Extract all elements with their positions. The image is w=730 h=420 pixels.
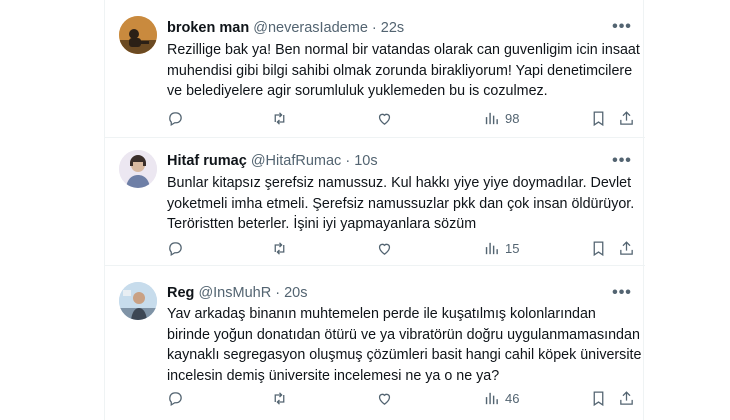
bookmark-button[interactable]: [590, 388, 607, 408]
user-handle[interactable]: @neverasIademe: [253, 20, 368, 36]
tweet-actions: 98: [167, 108, 637, 128]
views-icon: [485, 392, 498, 404]
views-button[interactable]: 15: [483, 238, 519, 258]
tweet-text-line: Yav arkadaş binanın muhtemelen perde ile…: [167, 306, 596, 322]
tweet-text-line: Rezillige bak ya! Ben normal bir vatanda…: [167, 42, 640, 58]
avatar[interactable]: [119, 150, 157, 188]
tweet-text-line: ve belediyelere agir sorumluluk yuklemed…: [167, 83, 548, 99]
share-icon: [620, 110, 633, 125]
tweet-text-line: muhendisi gibi bilgi sahibi olmak zorund…: [167, 62, 633, 79]
retweet-button[interactable]: [271, 108, 288, 128]
tweet-header: Hitaf rumaç @HitafRumac · 10s: [167, 152, 605, 170]
tweet[interactable]: Reg @InsMuhR · 20s ••• Yav arkadaş binan…: [105, 266, 645, 420]
display-name[interactable]: broken man: [167, 20, 249, 36]
share-button[interactable]: [618, 238, 635, 258]
views-count: 98: [505, 110, 520, 126]
tweet-actions: 15: [167, 238, 637, 258]
timestamp[interactable]: 10s: [354, 153, 377, 169]
views-button[interactable]: 46: [483, 388, 519, 408]
retweet-icon: [274, 111, 285, 125]
retweet-button[interactable]: [271, 238, 288, 258]
tweet-text: Rezillige bak ya! Ben normal bir vatanda…: [167, 40, 640, 102]
separator-dot: ·: [345, 153, 351, 169]
reply-icon: [169, 111, 182, 126]
more-icon[interactable]: •••: [611, 285, 633, 302]
like-button[interactable]: [376, 108, 393, 128]
share-button[interactable]: [618, 108, 635, 128]
reply-icon: [169, 391, 182, 406]
tweet-text-line: Teröristten beterler. İşini iyi yapmayan…: [167, 216, 477, 232]
user-handle[interactable]: @InsMuhR: [198, 285, 271, 301]
bookmark-icon: [593, 390, 604, 406]
tweet-text: Bunlar kitapsız şerefsiz namussuz. Kul h…: [167, 173, 635, 235]
tweet-header: Reg @InsMuhR · 20s: [167, 284, 605, 302]
views-icon: [485, 242, 498, 254]
like-button[interactable]: [376, 238, 393, 258]
views-count: 15: [505, 240, 520, 256]
reply-button[interactable]: [167, 388, 184, 408]
timestamp[interactable]: 20s: [284, 285, 307, 301]
separator-dot: ·: [371, 20, 377, 36]
separator-dot: ·: [275, 285, 281, 301]
share-icon: [620, 240, 633, 255]
reply-button[interactable]: [167, 108, 184, 128]
like-icon: [378, 393, 391, 405]
reply-button[interactable]: [167, 238, 184, 258]
tweet-actions: 46: [167, 388, 637, 408]
avatar[interactable]: [119, 282, 157, 320]
more-icon[interactable]: •••: [611, 153, 633, 170]
tweet-text-line: kaynaklı segregasyon oluşmuş çözümleri b…: [167, 347, 642, 363]
retweet-icon: [274, 391, 285, 405]
display-name[interactable]: Reg: [167, 285, 194, 301]
bookmark-button[interactable]: [590, 108, 607, 128]
timeline-column: broken man @neverasIademe · 22s ••• Rezi…: [104, 0, 645, 420]
tweet[interactable]: Hitaf rumaç @HitafRumac · 10s ••• Bunlar…: [105, 138, 645, 266]
retweet-button[interactable]: [271, 388, 288, 408]
avatar[interactable]: [119, 16, 157, 54]
share-button[interactable]: [618, 388, 635, 408]
bookmark-icon: [593, 110, 604, 126]
like-icon: [378, 243, 391, 255]
timestamp[interactable]: 22s: [381, 20, 404, 36]
tweet-text-line: birinde yoğun donatıdan ötürü ve ya vibr…: [167, 326, 640, 343]
views-icon: [485, 112, 498, 124]
user-handle[interactable]: @HitafRumac: [251, 153, 341, 169]
tweet-text-line: Bunlar kitapsız şerefsiz namussuz. Kul h…: [167, 175, 632, 191]
tweet[interactable]: broken man @neverasIademe · 22s ••• Rezi…: [105, 0, 645, 138]
more-icon[interactable]: •••: [611, 19, 633, 36]
like-button[interactable]: [376, 388, 393, 408]
reply-icon: [169, 241, 182, 256]
views-button[interactable]: 98: [483, 108, 519, 128]
tweet-text-line: yoketmeli imha etmeli. Şerefsiz namussuz…: [167, 195, 635, 212]
views-count: 46: [505, 390, 520, 406]
like-icon: [378, 113, 391, 125]
retweet-icon: [274, 241, 285, 255]
display-name[interactable]: Hitaf rumaç: [167, 153, 247, 169]
bookmark-icon: [593, 240, 604, 256]
tweet-text-line: incelesin demiş üniversite incelemesi ne…: [167, 367, 500, 384]
tweet-text: Yav arkadaş binanın muhtemelen perde ile…: [167, 304, 642, 386]
bookmark-button[interactable]: [590, 238, 607, 258]
share-icon: [620, 390, 633, 405]
tweet-header: broken man @neverasIademe · 22s: [167, 19, 605, 37]
